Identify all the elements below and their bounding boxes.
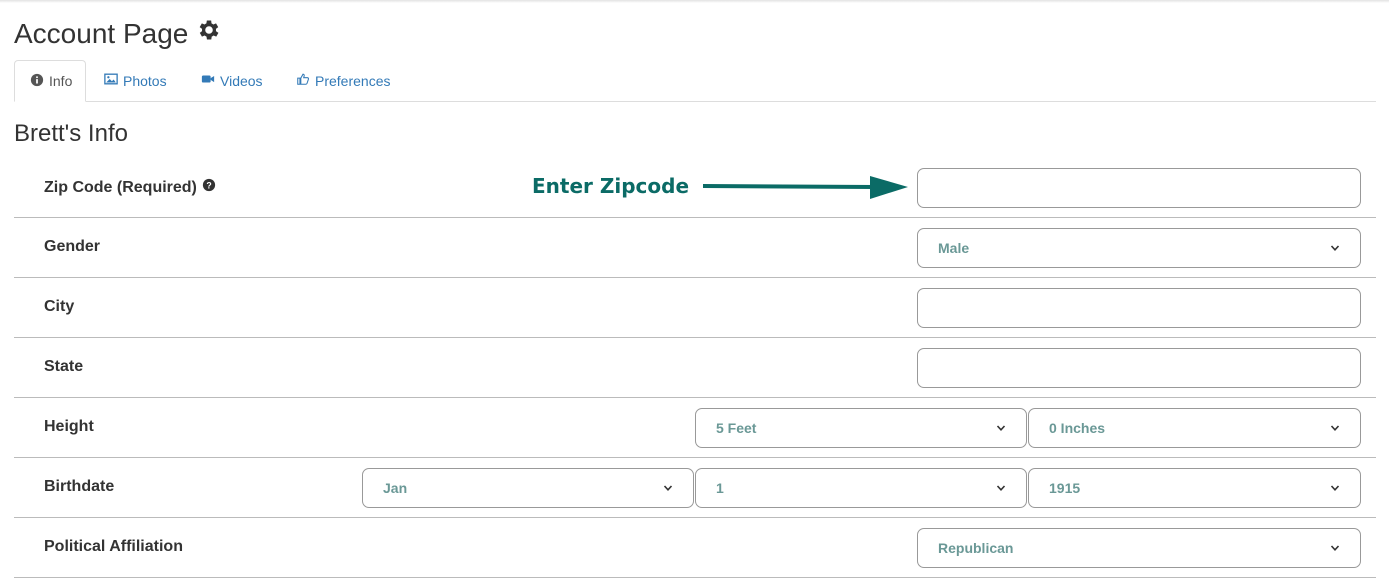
political-label: Political Affiliation (44, 538, 183, 555)
political-value: Republican (938, 540, 1014, 556)
zip-label-text: Zip Code (Required) (44, 178, 197, 196)
thumbs-up-icon (296, 72, 310, 89)
arrow-right-icon (702, 176, 908, 199)
top-shadow (0, 0, 1389, 3)
gender-value: Male (938, 240, 970, 256)
chevron-down-icon (996, 480, 1006, 496)
height-feet-value: 5 Feet (716, 420, 757, 436)
zip-label: Zip Code (Required) ? (44, 178, 216, 197)
tab-photos[interactable]: Photos (89, 60, 182, 101)
city-row: City (14, 278, 1376, 338)
political-row: Political Affiliation Republican (14, 518, 1376, 578)
birth-year-select[interactable]: 1915 (1028, 468, 1361, 508)
page-title-text: Account Page (14, 18, 189, 49)
section-title: Brett's Info (14, 120, 128, 147)
birthdate-row: Birthdate Jan 1 1915 (14, 458, 1376, 518)
state-label: State (44, 358, 84, 375)
height-feet-select[interactable]: 5 Feet (695, 408, 1027, 448)
tab-label: Photos (123, 72, 167, 89)
tab-preferences[interactable]: Preferences (281, 60, 405, 101)
city-label: City (44, 298, 75, 315)
chevron-down-icon (1330, 420, 1340, 436)
chevron-down-icon (1330, 480, 1340, 496)
height-label: Height (44, 418, 94, 435)
city-input[interactable] (917, 288, 1361, 328)
chevron-down-icon (996, 420, 1006, 436)
birth-month-value: Jan (383, 480, 408, 496)
gear-icon[interactable] (196, 16, 222, 52)
chevron-down-icon (663, 480, 673, 496)
zip-row: Zip Code (Required) ? (14, 158, 1376, 218)
birth-year-value: 1915 (1049, 480, 1081, 496)
tab-label: Preferences (315, 72, 391, 89)
birth-month-select[interactable]: Jan (362, 468, 694, 508)
tab-label: Info (49, 73, 73, 89)
info-circle-icon (30, 73, 44, 90)
birthdate-label: Birthdate (44, 478, 115, 495)
state-input[interactable] (917, 348, 1361, 388)
tab-label: Videos (220, 72, 263, 89)
svg-text:?: ? (206, 181, 211, 191)
page-title: Account Page (14, 16, 222, 52)
state-row: State (14, 338, 1376, 398)
birth-day-value: 1 (716, 480, 724, 496)
height-row: Height 5 Feet 0 Inches (14, 398, 1376, 458)
tab-bar: Info Photos Videos Preferences (14, 60, 1376, 102)
birth-day-select[interactable]: 1 (695, 468, 1027, 508)
height-inches-select[interactable]: 0 Inches (1028, 408, 1361, 448)
political-select[interactable]: Republican (917, 528, 1361, 568)
gender-select[interactable]: Male (917, 228, 1361, 268)
enter-zipcode-annotation: Enter Zipcode (532, 174, 690, 198)
tab-videos[interactable]: Videos (186, 60, 278, 101)
tab-info[interactable]: Info (14, 60, 86, 102)
height-inches-value: 0 Inches (1049, 420, 1106, 436)
chevron-down-icon (1330, 240, 1340, 256)
video-camera-icon (201, 72, 215, 89)
zip-input[interactable] (917, 168, 1361, 208)
gender-row: Gender Male (14, 218, 1376, 278)
picture-icon (104, 72, 118, 89)
gender-label: Gender (44, 238, 101, 255)
chevron-down-icon (1330, 540, 1340, 556)
question-circle-icon[interactable]: ? (202, 178, 216, 197)
